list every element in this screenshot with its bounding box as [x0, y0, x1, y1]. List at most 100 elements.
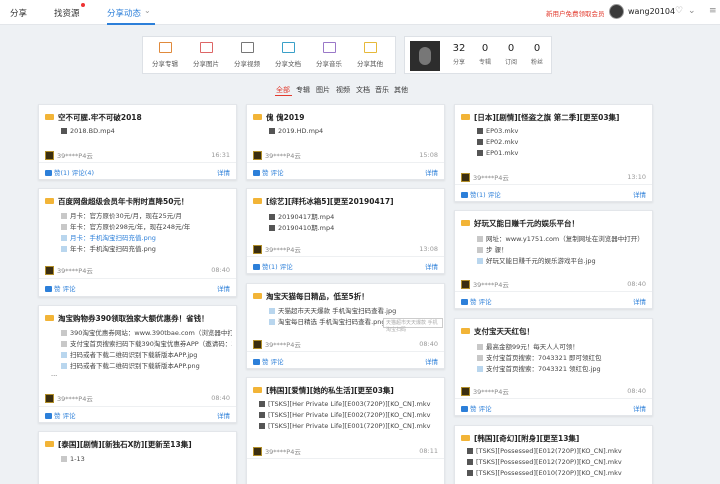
thumbs-up-icon[interactable] — [45, 170, 52, 176]
share-card[interactable]: 傀 傀2019 2019.HD.mp4 39****P4云 15:08 赞 评论… — [246, 104, 445, 180]
card-owner[interactable]: 39****P4云 — [461, 386, 509, 396]
nav-share[interactable]: 分享 — [10, 7, 27, 19]
card-title[interactable]: 支付宝天天红包！ — [461, 326, 646, 337]
chevron-down-icon[interactable]: ⌄ — [688, 6, 696, 16]
filter-video[interactable]: 视频 — [336, 85, 350, 95]
file-item[interactable]: 年卡：手机淘宝扫码充值.png — [61, 243, 232, 253]
card-owner[interactable]: 39****P4云 — [253, 150, 301, 160]
like-button[interactable]: 赞 — [262, 358, 269, 366]
card-title[interactable]: 淘宝天猫每日精品，低至5折！ — [253, 291, 438, 302]
file-item[interactable]: 支付宝首页搜索：7043321 即可领红包 — [477, 352, 648, 362]
file-item[interactable]: [TSKS][Possessed][E012(720P)][KO_CN].mkv — [467, 458, 648, 466]
file-item[interactable]: 步 骤！ — [477, 244, 648, 254]
card-title[interactable]: 淘宝购物券390领取独家大额优惠券！省钱！ — [45, 313, 230, 324]
detail-link[interactable]: 详情 — [633, 403, 646, 413]
comment-button[interactable]: 评论(4) — [72, 169, 94, 177]
detail-link[interactable]: 详情 — [217, 283, 230, 293]
file-item[interactable]: EP02.mkv — [477, 138, 648, 146]
filter-all[interactable]: 全部 — [276, 85, 290, 95]
file-item[interactable]: 最高金额99元！每天人人可领！ — [477, 341, 648, 351]
file-item[interactable]: 年卡：官方原价298元/年，现在248元/年 — [61, 221, 232, 231]
thumbs-up-icon[interactable] — [45, 413, 52, 419]
like-button[interactable]: 赞 — [262, 169, 269, 177]
nav-share-feed[interactable]: 分享动态 — [107, 7, 141, 19]
detail-link[interactable]: 详情 — [217, 167, 230, 177]
thumbs-up-icon[interactable] — [45, 286, 52, 292]
username[interactable]: wang20104 — [628, 7, 675, 16]
file-item[interactable]: 1-13 — [61, 455, 232, 463]
share-card[interactable]: 好玩又能日赚千元的娱乐平台！ 网址：www.y1751.com（复制网址在浏览器… — [454, 210, 653, 309]
file-item[interactable]: 20190417期.mp4 — [269, 211, 440, 221]
stat-fans[interactable]: 0 粉丝 — [524, 43, 550, 66]
file-item[interactable]: EP01.mkv — [477, 149, 648, 157]
comment-button[interactable]: 评论 — [479, 298, 492, 306]
filter-other[interactable]: 其他 — [394, 85, 408, 95]
profile-avatar[interactable] — [410, 41, 440, 71]
like-button[interactable]: 赞 — [470, 298, 477, 306]
card-title[interactable]: 傀 傀2019 — [253, 112, 438, 123]
share-card[interactable]: [综艺][拜托冰箱5][更至20190417] 20190417期.mp4 20… — [246, 188, 445, 274]
card-owner[interactable]: 39****P4云 — [253, 339, 301, 349]
detail-link[interactable]: 详情 — [217, 410, 230, 420]
file-item[interactable]: 扫码或者下载二维码识别下载新版本APP.png — [61, 360, 232, 370]
detail-link[interactable]: 详情 — [425, 261, 438, 271]
file-item[interactable]: 20190410期.mp4 — [269, 222, 440, 232]
detail-link[interactable]: 详情 — [425, 356, 438, 366]
file-item[interactable]: [TSKS][Her Private Life][E001(720P)][KO_… — [259, 422, 440, 430]
share-music-button[interactable]: 分享音乐 — [311, 37, 347, 75]
share-card[interactable]: 百度网盘超级会员年卡附时直降50元！ 月卡：官方原价30元/月，现在25元/月 … — [38, 188, 237, 297]
share-card[interactable]: [日本][剧情][怪盗之旗 第二季][更至03集] EP03.mkv EP02.… — [454, 104, 653, 202]
share-card[interactable]: 淘宝购物券390领取独家大额优惠券！省钱！ 390淘宝优惠券网站：www.390… — [38, 305, 237, 423]
share-card[interactable]: [韩国][奇幻][附身][更至13集] [TSKS][Possessed][E0… — [454, 425, 653, 484]
share-image-button[interactable]: 分享图片 — [188, 37, 224, 75]
promo-link[interactable]: 新用户免费领取会员 — [546, 8, 605, 18]
file-item[interactable]: 390淘宝优惠券网站：www.390tbae.com（浏览器中打开） — [61, 327, 232, 337]
like-button[interactable]: 赞(1) — [262, 263, 278, 271]
share-other-button[interactable]: 分享其他 — [352, 37, 388, 75]
filter-image[interactable]: 图片 — [316, 85, 330, 95]
card-title[interactable]: [韩国][奇幻][附身][更至13集] — [461, 433, 646, 444]
thumbs-up-icon[interactable] — [461, 192, 468, 198]
card-owner[interactable]: 39****P4云 — [461, 279, 509, 289]
filter-music[interactable]: 音乐 — [375, 85, 389, 95]
stat-shares[interactable]: 32 分享 — [446, 43, 472, 66]
card-owner[interactable]: 39****P4云 — [253, 244, 301, 254]
like-button[interactable]: 赞 — [54, 412, 61, 420]
thumbs-up-icon[interactable] — [461, 299, 468, 305]
file-item[interactable]: 网址：www.y1751.com（复制网址在浏览器中打开） — [477, 233, 648, 243]
comment-button[interactable]: 评论 — [488, 191, 501, 199]
file-item[interactable]: 好玩又能日赚千元的娱乐游戏平台.jpg — [477, 255, 648, 265]
file-item[interactable]: 月卡：手机淘宝扫码充值.png — [61, 232, 232, 242]
share-card[interactable]: 空不可腥.牢不可破2018 2018.BD.mp4 39****P4云 16:3… — [38, 104, 237, 180]
nav-find-resources[interactable]: 找资源 — [54, 7, 80, 19]
file-item[interactable]: [TSKS][Possessed][E010(720P)][KO_CN].mkv — [467, 469, 648, 477]
comment-button[interactable]: 评论 — [63, 412, 76, 420]
user-avatar[interactable] — [609, 4, 624, 19]
file-item[interactable]: 扫码或者下载二维码识别下载新版本APP.jpg — [61, 349, 232, 359]
heart-icon[interactable]: ♡ — [675, 6, 683, 16]
thumbs-up-icon[interactable] — [253, 359, 260, 365]
share-video-button[interactable]: 分享视频 — [229, 37, 265, 75]
file-item[interactable]: 天猫超市天天爆款 手机淘宝扫码查看.jpg — [269, 305, 440, 315]
comment-button[interactable]: 评论 — [271, 358, 284, 366]
card-owner[interactable]: 39****P4云 — [45, 265, 93, 275]
detail-link[interactable]: 详情 — [633, 296, 646, 306]
card-title[interactable]: [泰国][剧情][新独石X防][更新至13集] — [45, 439, 230, 450]
file-item[interactable]: 月卡：官方原价30元/月，现在25元/月 — [61, 210, 232, 220]
stat-albums[interactable]: 0 专辑 — [472, 43, 498, 66]
file-item[interactable]: 支付宝首页搜索：7043321 领红包.jpg — [477, 363, 648, 373]
file-item[interactable]: [TSKS][Her Private Life][E003(720P)][KO_… — [259, 400, 440, 408]
card-title[interactable]: [韩国][爱情][她的私生活][更至03集] — [253, 385, 438, 396]
file-item[interactable]: EP03.mkv — [477, 127, 648, 135]
card-title[interactable]: [日本][剧情][怪盗之旗 第二季][更至03集] — [461, 112, 646, 123]
detail-link[interactable]: 详情 — [425, 167, 438, 177]
comment-button[interactable]: 评论 — [63, 285, 76, 293]
file-item[interactable]: [TSKS][Possessed][E012(720P)][KO_CN].mkv — [467, 447, 648, 455]
card-owner[interactable]: 39****P4云 — [253, 446, 301, 456]
chevron-down-icon[interactable]: ⌄ — [144, 6, 151, 15]
card-title[interactable]: [综艺][拜托冰箱5][更至20190417] — [253, 196, 438, 207]
share-card[interactable]: [泰国][剧情][新独石X防][更新至13集] 1-13 — [38, 431, 237, 484]
card-owner[interactable]: 39****P4云 — [45, 150, 93, 160]
more-files[interactable]: ... — [51, 370, 232, 378]
stat-subscriptions[interactable]: 0 订阅 — [498, 43, 524, 66]
